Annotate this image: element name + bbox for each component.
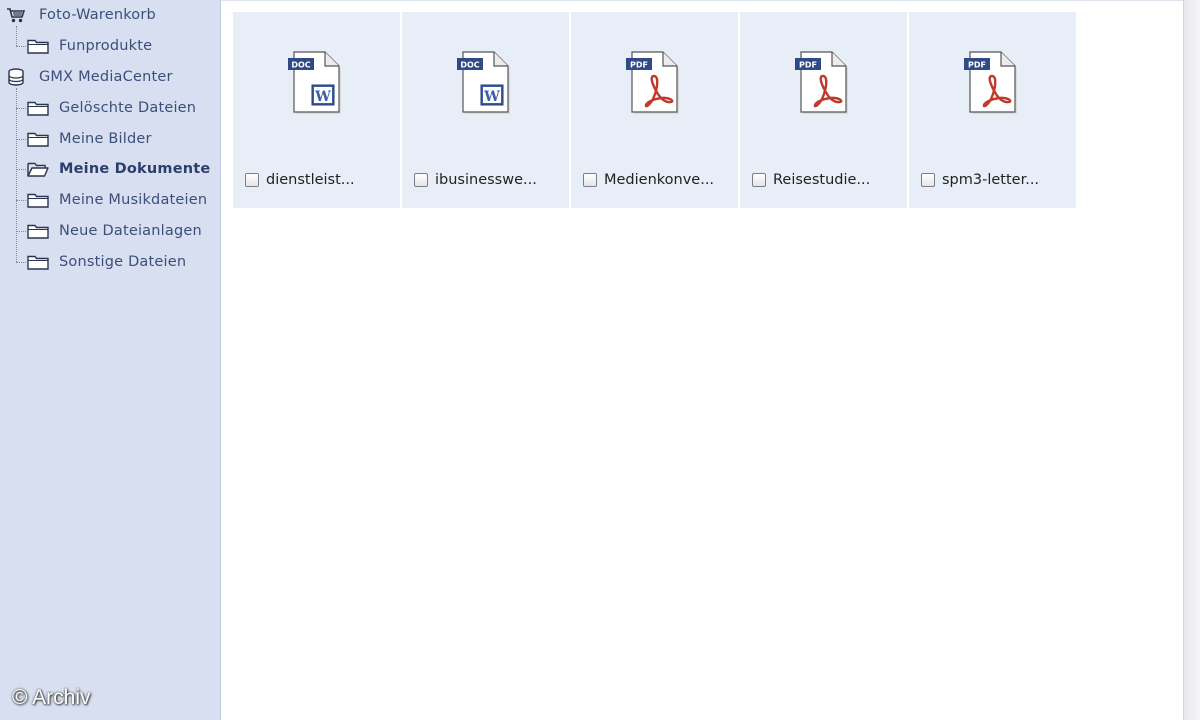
sidebar-item-label: Meine Dokumente bbox=[59, 161, 211, 177]
file-select-checkbox[interactable] bbox=[414, 173, 428, 187]
sidebar-item-geloeschte-dateien[interactable]: Gelöschte Dateien bbox=[27, 97, 196, 119]
file-name: ibusinesswe... bbox=[435, 172, 537, 188]
sidebar-item-label: Meine Musikdateien bbox=[59, 192, 208, 208]
file-tile[interactable]: DOC W dienstleist... bbox=[233, 12, 400, 208]
sidebar-item-label: Neue Dateianlagen bbox=[59, 223, 202, 239]
sidebar-item-label: Sonstige Dateien bbox=[59, 254, 187, 270]
sidebar-item-meine-dokumente[interactable]: Meine Dokumente bbox=[27, 158, 210, 180]
sidebar: Foto-Warenkorb Funprodukte GMX MediaCent… bbox=[0, 0, 221, 720]
file-name: Medienkonve... bbox=[604, 172, 715, 188]
pdf-document-icon: PDF bbox=[626, 51, 679, 114]
media-center-window: Foto-Warenkorb Funprodukte GMX MediaCent… bbox=[0, 0, 1200, 720]
database-icon bbox=[8, 68, 24, 86]
folder-icon bbox=[27, 39, 49, 54]
svg-text:W: W bbox=[314, 89, 331, 105]
sidebar-item-label: Meine Bilder bbox=[59, 131, 152, 147]
sidebar-item-meine-bilder[interactable]: Meine Bilder bbox=[27, 128, 152, 150]
sidebar-item-label: Gelöschte Dateien bbox=[59, 100, 197, 116]
word-document-icon: DOC W bbox=[457, 51, 510, 114]
pdf-document-icon: PDF bbox=[795, 51, 848, 114]
file-grid: DOC W dienstleist... DOC W ibusinesswe..… bbox=[233, 12, 1076, 208]
file-select-checkbox[interactable] bbox=[583, 173, 597, 187]
file-select-checkbox[interactable] bbox=[921, 173, 935, 187]
file-tile[interactable]: PDF spm3-letter... bbox=[909, 12, 1076, 208]
sidebar-item-sonstige-dateien[interactable]: Sonstige Dateien bbox=[27, 251, 186, 273]
svg-text:W: W bbox=[483, 89, 500, 105]
sidebar-item-label: Funprodukte bbox=[59, 38, 153, 54]
sidebar-item-foto-warenkorb[interactable]: Foto-Warenkorb bbox=[6, 4, 156, 26]
folder-icon bbox=[27, 224, 49, 239]
file-view: DOC W dienstleist... DOC W ibusinesswe..… bbox=[221, 0, 1183, 720]
sidebar-item-neue-dateianlagen[interactable]: Neue Dateianlagen bbox=[27, 220, 202, 242]
pdf-document-icon: PDF bbox=[964, 51, 1017, 114]
window-edge bbox=[1183, 0, 1200, 720]
file-tile[interactable]: PDF Medienkonve... bbox=[571, 12, 738, 208]
cart-icon bbox=[7, 8, 26, 23]
sidebar-item-label: Foto-Warenkorb bbox=[39, 7, 156, 23]
file-select-checkbox[interactable] bbox=[752, 173, 766, 187]
word-document-icon: DOC W bbox=[288, 51, 341, 114]
file-select-checkbox[interactable] bbox=[245, 173, 259, 187]
sidebar-item-label: GMX MediaCenter bbox=[39, 69, 173, 85]
sidebar-item-funprodukte[interactable]: Funprodukte bbox=[27, 35, 152, 57]
folder-icon bbox=[27, 132, 49, 147]
file-type-label: PDF bbox=[968, 61, 986, 70]
sidebar-item-meine-musikdateien[interactable]: Meine Musikdateien bbox=[27, 189, 207, 211]
folder-icon bbox=[27, 193, 49, 208]
sidebar-item-gmx-mediacenter[interactable]: GMX MediaCenter bbox=[6, 66, 173, 88]
file-name: Reisestudie... bbox=[773, 172, 871, 188]
folder-icon bbox=[27, 255, 49, 270]
file-tile[interactable]: PDF Reisestudie... bbox=[740, 12, 907, 208]
folder-icon bbox=[27, 101, 49, 116]
file-type-label: DOC bbox=[460, 61, 479, 70]
file-name: dienstleist... bbox=[266, 172, 355, 188]
file-tile[interactable]: DOC W ibusinesswe... bbox=[402, 12, 569, 208]
file-type-label: PDF bbox=[799, 61, 817, 70]
folder-open-icon bbox=[27, 162, 49, 177]
file-type-label: PDF bbox=[630, 61, 648, 70]
copyright-watermark: © Archiv bbox=[12, 686, 91, 709]
file-name: spm3-letter... bbox=[942, 172, 1040, 188]
file-type-label: DOC bbox=[291, 61, 310, 70]
